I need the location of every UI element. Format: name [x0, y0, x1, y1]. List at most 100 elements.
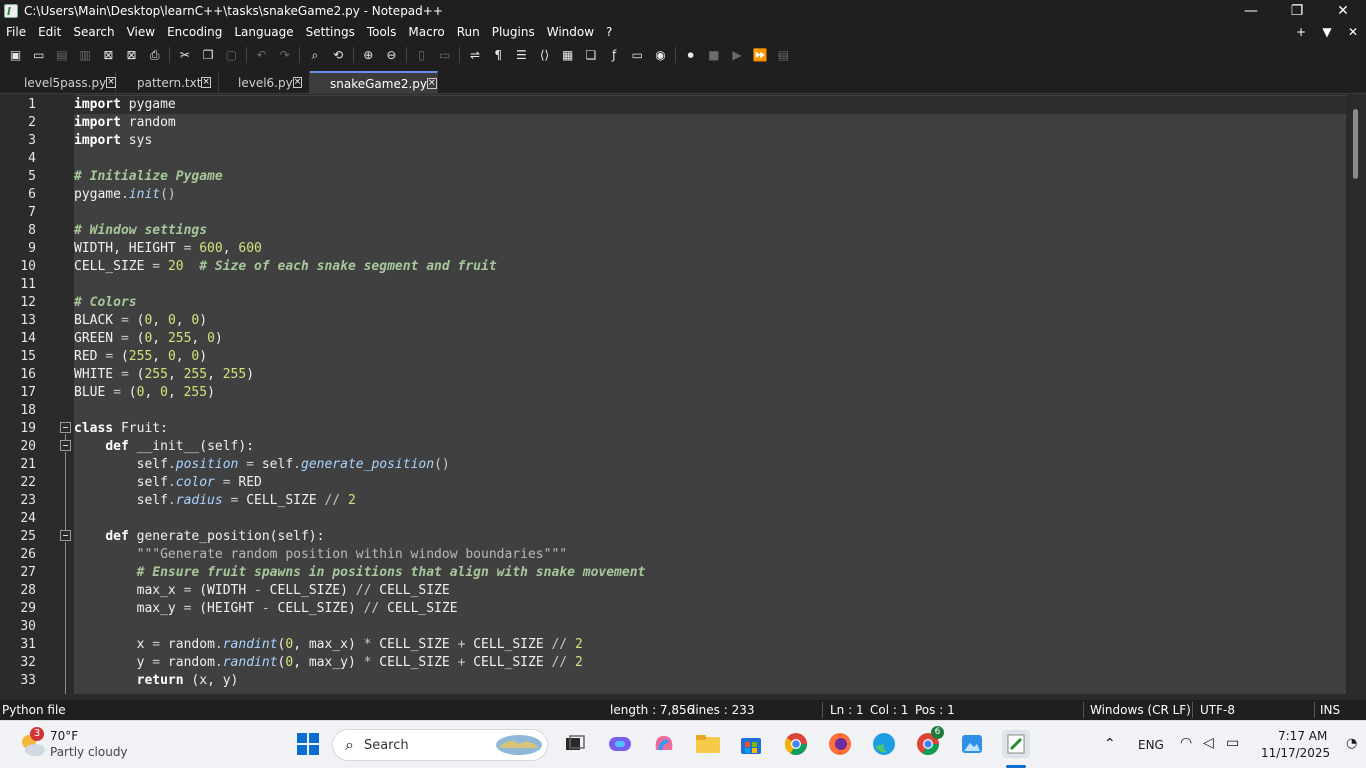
fold-toggle-icon[interactable] [60, 440, 71, 451]
menu-language[interactable]: Language [228, 25, 299, 39]
tab-level6[interactable]: level6.py × [218, 71, 310, 94]
wifi-icon[interactable]: ◠ [1180, 735, 1192, 751]
menu-macro[interactable]: Macro [402, 25, 450, 39]
zoom-out-icon[interactable]: ⊖ [382, 46, 400, 64]
copilot-icon[interactable] [606, 730, 634, 758]
folder-workspace-icon[interactable]: ▭ [628, 46, 646, 64]
code-line[interactable]: GREEN = (0, 255, 0) [74, 330, 223, 348]
code-line[interactable]: import sys [74, 132, 152, 150]
tab-close-icon[interactable]: × [427, 78, 437, 89]
close-button[interactable]: ✕ [1320, 0, 1366, 22]
chrome-icon[interactable] [782, 730, 810, 758]
tab-close-icon[interactable]: × [106, 77, 116, 88]
code-line[interactable]: WHITE = (255, 255, 255) [74, 366, 254, 384]
show-all-chars-icon[interactable]: ¶ [489, 46, 507, 64]
notification-bell-icon[interactable]: ◔ [1346, 736, 1357, 751]
save-all-icon[interactable]: ▥ [76, 46, 94, 64]
save-macro-icon[interactable]: ▤ [774, 46, 792, 64]
paste-icon[interactable]: ▢ [222, 46, 240, 64]
open-file-icon[interactable]: ▭ [30, 46, 48, 64]
code-line[interactable]: WIDTH, HEIGHT = 600, 600 [74, 240, 262, 258]
start-button[interactable] [294, 730, 322, 758]
word-wrap-icon[interactable]: ⇌ [466, 46, 484, 64]
menu-encoding[interactable]: Encoding [161, 25, 228, 39]
code-line[interactable]: # Window settings [74, 222, 207, 240]
editor[interactable]: 1 2 3 4 5 6 7 8 9 10 11 12 13 14 15 16 17 18 19 20 21 22 23 24 2… [0, 95, 1366, 694]
code-line[interactable]: RED = (255, 0, 0) [74, 348, 207, 366]
redo-icon[interactable]: ↷ [276, 46, 294, 64]
clock-date[interactable]: 11/17/2025 [1261, 746, 1330, 760]
code-line[interactable]: # Colors [74, 294, 137, 312]
code-line[interactable]: CELL_SIZE = 20 # Size of each snake segm… [74, 258, 497, 276]
find-icon[interactable]: ⌕ [306, 46, 324, 64]
scrollbar-thumb[interactable] [1353, 109, 1358, 179]
task-view-icon[interactable] [561, 730, 589, 758]
indent-guide-icon[interactable]: ☰ [512, 46, 530, 64]
stop-macro-icon[interactable]: ■ [705, 46, 723, 64]
copilot-app-icon[interactable] [650, 730, 678, 758]
zoom-in-icon[interactable]: ⊕ [359, 46, 377, 64]
fold-toggle-icon[interactable] [60, 530, 71, 541]
print-icon[interactable]: ⎙ [146, 46, 164, 64]
menu-run[interactable]: Run [451, 25, 486, 39]
vertical-scrollbar[interactable] [1346, 95, 1366, 694]
chrome-profile-icon[interactable]: 6 [914, 726, 944, 758]
doc-map-icon[interactable]: ▦ [559, 46, 577, 64]
code-line[interactable]: pygame.init() [74, 186, 176, 204]
tab-snakegame2[interactable]: snakeGame2.py × [310, 71, 438, 94]
code-line[interactable]: self.radius = CELL_SIZE // 2 [74, 492, 356, 510]
menu-view[interactable]: View [121, 25, 161, 39]
language-indicator[interactable]: ENG [1138, 738, 1164, 752]
volume-icon[interactable]: ◁ [1203, 735, 1214, 751]
xml-tag-icon[interactable]: ⟨⟩ [536, 46, 554, 64]
record-macro-icon[interactable]: ⏺ [682, 46, 700, 64]
taskbar-search[interactable]: ⌕ Search [332, 729, 548, 761]
battery-icon[interactable]: ▭ [1226, 735, 1239, 751]
save-icon[interactable]: ▤ [53, 46, 71, 64]
menu-settings[interactable]: Settings [300, 25, 361, 39]
code-line[interactable]: # Initialize Pygame [74, 168, 223, 186]
menu-help[interactable]: ? [600, 25, 618, 39]
menu-tools[interactable]: Tools [361, 25, 403, 39]
notepadpp-taskbar-icon[interactable] [1002, 730, 1030, 758]
tab-list-button[interactable]: ▼ [1314, 25, 1340, 39]
code-line[interactable]: x = random.randint(0, max_x) * CELL_SIZE… [74, 636, 583, 654]
code-line[interactable]: # Ensure fruit spawns in positions that … [74, 564, 646, 582]
close-file-icon[interactable]: ⊠ [99, 46, 117, 64]
minimize-button[interactable]: — [1228, 0, 1274, 22]
code-line[interactable]: BLACK = (0, 0, 0) [74, 312, 207, 330]
code-line[interactable]: class Fruit: [74, 420, 168, 438]
code-line[interactable]: import random [74, 114, 176, 132]
edge-icon[interactable] [870, 730, 898, 758]
code-line[interactable]: max_y = (HEIGHT - CELL_SIZE) // CELL_SIZ… [74, 600, 458, 618]
undo-icon[interactable]: ↶ [252, 46, 270, 64]
code-line[interactable]: """Generate random position within windo… [74, 546, 567, 564]
microsoft-store-icon[interactable] [737, 730, 765, 758]
menu-window[interactable]: Window [541, 25, 600, 39]
sync-vertical-icon[interactable]: ▯ [413, 46, 431, 64]
code-line[interactable]: BLUE = (0, 0, 255) [74, 384, 215, 402]
code-line[interactable]: return (x, y) [74, 672, 239, 690]
code-line[interactable]: self.position = self.generate_position() [74, 456, 450, 474]
photos-icon[interactable] [958, 730, 986, 758]
file-explorer-icon[interactable] [694, 730, 722, 758]
new-file-icon[interactable]: ▣ [7, 46, 25, 64]
doc-list-icon[interactable]: ❏ [582, 46, 600, 64]
code-line[interactable]: self.color = RED [74, 474, 262, 492]
clock-time[interactable]: 7:17 AM [1278, 729, 1327, 743]
close-doc-button[interactable]: ✕ [1340, 25, 1366, 39]
menu-file[interactable]: File [0, 25, 32, 39]
new-tab-button[interactable]: + [1288, 25, 1314, 39]
close-all-icon[interactable]: ⊠ [123, 46, 141, 64]
run-macro-multiple-icon[interactable]: ⏩ [751, 46, 769, 64]
firefox-icon[interactable] [826, 730, 854, 758]
code-line[interactable]: def generate_position(self): [74, 528, 324, 546]
copy-icon[interactable]: ❐ [199, 46, 217, 64]
weather-widget[interactable]: 3 70°F Partly cloudy [16, 727, 136, 763]
cut-icon[interactable]: ✂ [176, 46, 194, 64]
function-list-icon[interactable]: ƒ [605, 46, 623, 64]
play-macro-icon[interactable]: ▶ [728, 46, 746, 64]
code-line[interactable]: y = random.randint(0, max_y) * CELL_SIZE… [74, 654, 583, 672]
fold-toggle-icon[interactable] [60, 422, 71, 433]
replace-icon[interactable]: ⟲ [329, 46, 347, 64]
